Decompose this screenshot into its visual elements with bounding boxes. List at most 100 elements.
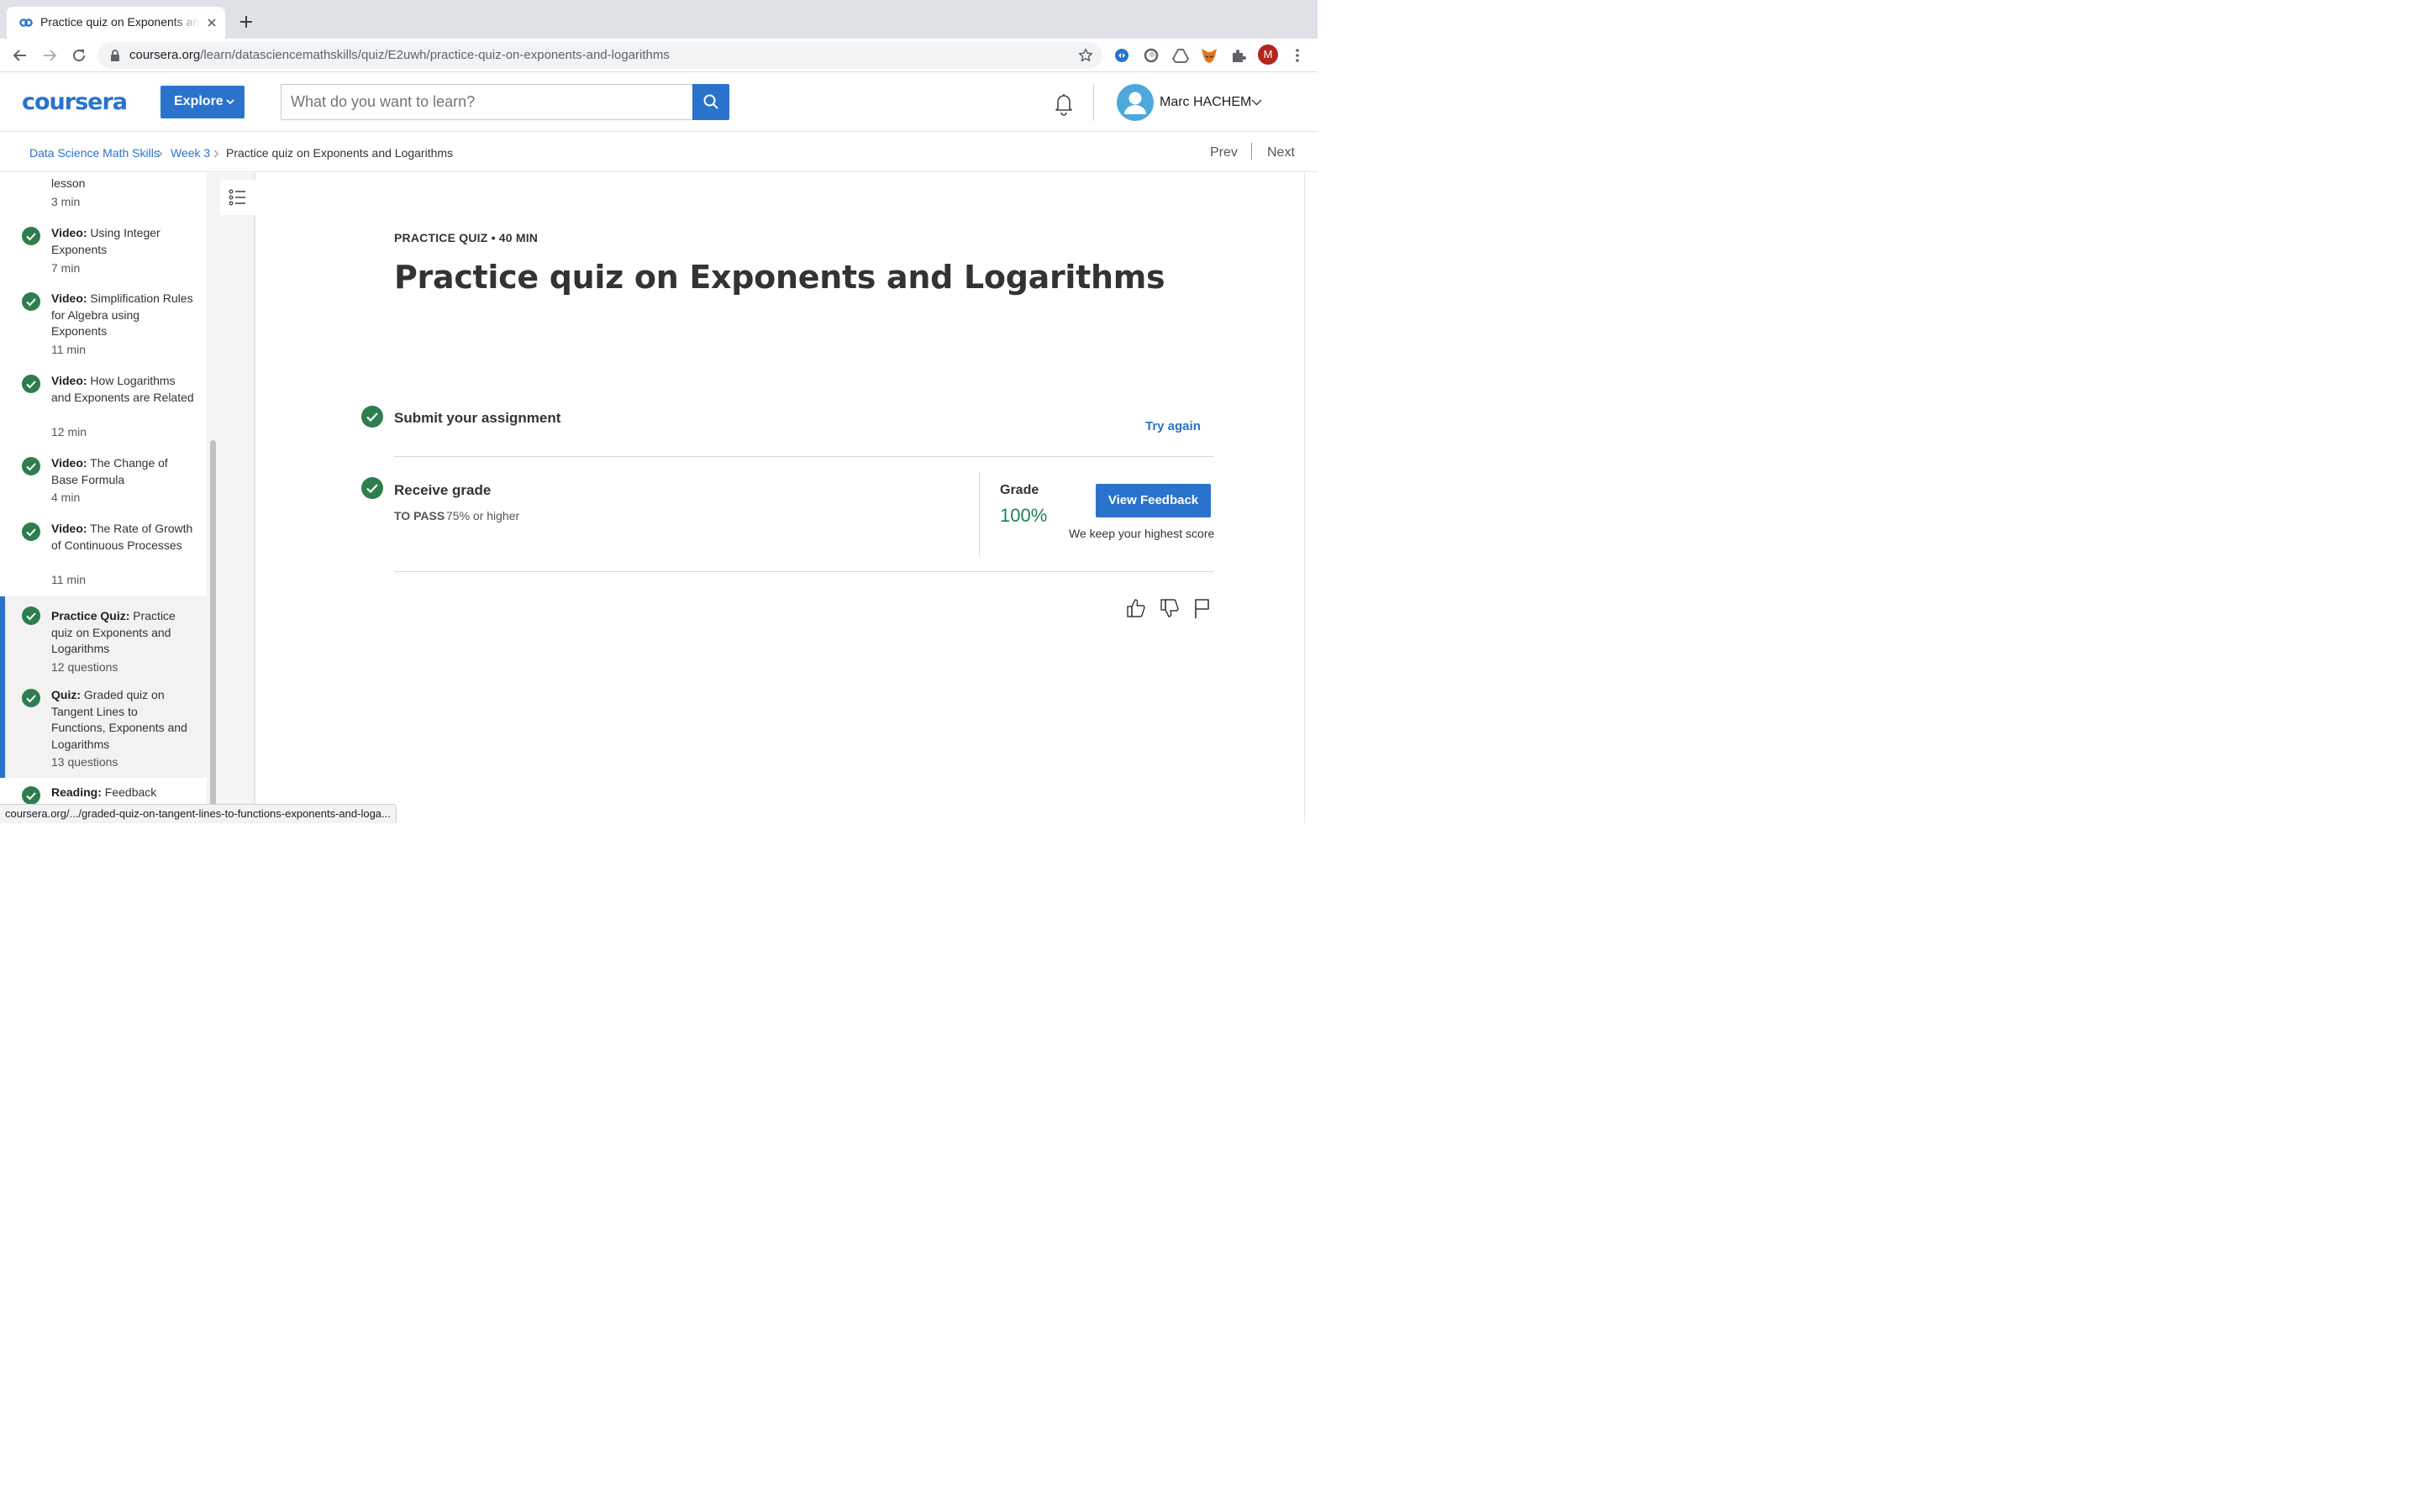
submit-assignment-title: Submit your assignment xyxy=(394,410,561,426)
sidebar-item-meta: 4 min xyxy=(51,491,81,504)
lock-icon[interactable] xyxy=(109,49,121,62)
sidebar-item-lesson[interactable]: lesson 3 min xyxy=(0,173,207,220)
back-icon[interactable] xyxy=(12,47,29,64)
user-name[interactable]: Marc HACHEM xyxy=(1160,95,1251,110)
sidebar-item-title: Reading: Feedback xyxy=(51,785,157,799)
completed-check-icon xyxy=(22,375,40,393)
sidebar-item-meta: 11 min xyxy=(51,573,86,586)
completed-check-icon xyxy=(22,457,40,475)
sidebar-item-meta: 7 min xyxy=(51,261,81,275)
search-input[interactable] xyxy=(282,86,686,118)
extension-icon[interactable] xyxy=(1113,46,1131,65)
fox-extension-icon[interactable] xyxy=(1200,46,1218,65)
sidebar-item-title: Video: How Logarithms and Exponents are … xyxy=(51,374,194,404)
submit-check-icon xyxy=(361,406,383,428)
sidebar-item-meta: 12 min xyxy=(51,425,87,438)
explore-button[interactable]: Explore xyxy=(160,86,245,118)
to-pass-label: TO PASS xyxy=(394,509,445,522)
sidebar-item-title: Video: The Rate of Growth of Continuous … xyxy=(51,522,193,552)
outline-toggle-gutter xyxy=(220,173,255,823)
sidebar-item-title: Video: Using Integer Exponents xyxy=(51,226,160,256)
list-icon xyxy=(229,189,245,206)
chrome-menu-icon[interactable] xyxy=(1289,47,1306,64)
sidebar-item-change-of-base[interactable]: Video: The Change of Base Formula 4 min xyxy=(0,452,207,516)
breadcrumb-chevron-icon xyxy=(157,150,163,158)
new-tab-icon[interactable] xyxy=(239,14,254,29)
sidebar-scrollbar[interactable] xyxy=(207,173,220,823)
search-icon xyxy=(703,94,718,109)
sidebar-item-title: Practice Quiz: Practice quiz on Exponent… xyxy=(51,609,176,656)
sidebar-item-graded-quiz[interactable]: Quiz: Graded quiz on Tangent Lines to Fu… xyxy=(0,679,207,778)
thumbs-up-icon[interactable] xyxy=(1126,597,1146,619)
section-divider xyxy=(394,571,1213,572)
circle-extension-icon[interactable] xyxy=(1142,46,1160,65)
sidebar-item-title: Video: Simplification Rules for Algebra … xyxy=(51,291,193,339)
receive-grade-title: Receive grade xyxy=(394,482,492,498)
sidebar-item-meta: 13 questions xyxy=(51,755,118,769)
sidebar-item-simplification-rules[interactable]: Video: Simplification Rules for Algebra … xyxy=(0,287,207,368)
highest-score-note: We keep your highest score xyxy=(1069,527,1215,540)
sidebar-item-meta: 12 questions xyxy=(51,660,118,674)
drive-extension-icon[interactable] xyxy=(1171,46,1190,65)
grade-value: 100% xyxy=(1000,505,1048,526)
sidebar-item-title: lesson xyxy=(51,176,86,190)
sidebar-item-using-integer-exponents[interactable]: Video: Using Integer Exponents 7 min xyxy=(0,222,207,286)
sidebar-item-logarithms-exponents[interactable]: Video: How Logarithms and Exponents are … xyxy=(0,370,207,450)
grade-label: Grade xyxy=(1000,483,1039,497)
grade-divider xyxy=(979,472,980,556)
coursera-logo[interactable]: coursera xyxy=(22,89,128,115)
sidebar-item-title: Quiz: Graded quiz on Tangent Lines to Fu… xyxy=(51,688,187,751)
sidebar-item-meta: 11 min xyxy=(51,343,86,356)
page-title: Practice quiz on Exponents and Logarithm… xyxy=(394,259,1165,296)
tab-title: Practice quiz on Exponents and Logarithm… xyxy=(40,15,200,29)
reload-icon[interactable] xyxy=(71,47,87,64)
profile-avatar[interactable]: M xyxy=(1258,45,1278,65)
next-link[interactable]: Next xyxy=(1267,145,1295,160)
forward-icon[interactable] xyxy=(41,47,58,64)
breadcrumb-chevron-icon xyxy=(213,150,219,158)
thumbs-down-icon[interactable] xyxy=(1160,597,1180,619)
sidebar-item-rate-of-growth[interactable]: Video: The Rate of Growth of Continuous … xyxy=(0,517,207,598)
toggle-outline-button[interactable] xyxy=(220,180,255,215)
site-header: coursera Explore Marc HACHEM xyxy=(0,72,1318,132)
section-divider xyxy=(394,456,1213,457)
breadcrumb-course[interactable]: Data Science Math Skills xyxy=(29,146,160,160)
chevron-down-icon xyxy=(226,99,234,105)
user-silhouette-icon xyxy=(1124,92,1146,114)
sidebar-item-title: Video: The Change of Base Formula xyxy=(51,456,168,486)
sidebar-scrollbar-thumb[interactable] xyxy=(210,440,216,823)
sidebar-item-meta: 3 min xyxy=(51,195,81,208)
search-box xyxy=(281,84,692,120)
completed-check-icon xyxy=(22,689,40,707)
coursera-favicon-icon xyxy=(19,18,33,27)
link-status-bubble: coursera.org/.../graded-quiz-on-tangent-… xyxy=(0,804,397,823)
close-tab-icon[interactable] xyxy=(205,16,218,29)
view-feedback-button[interactable]: View Feedback xyxy=(1096,484,1211,517)
prev-link[interactable]: Prev xyxy=(1210,145,1238,160)
user-avatar[interactable] xyxy=(1117,84,1154,121)
user-menu-chevron-icon[interactable] xyxy=(1251,99,1262,106)
browser-tabstrip: Practice quiz on Exponents and Logarithm… xyxy=(0,0,1318,39)
search-button[interactable] xyxy=(692,84,729,120)
address-bar[interactable]: coursera.org/learn/datasciencemathskills… xyxy=(97,42,1102,69)
course-outline-sidebar: lesson 3 min Video: Using Integer Expone… xyxy=(0,173,207,823)
browser-tab[interactable]: Practice quiz on Exponents and Logarithm… xyxy=(7,7,225,39)
content-right-border xyxy=(1304,173,1305,823)
to-pass-value: 75% or higher xyxy=(446,509,520,522)
prev-next-divider xyxy=(1251,143,1252,160)
completed-check-icon xyxy=(22,292,40,311)
explore-label: Explore xyxy=(174,94,224,108)
completed-check-icon xyxy=(22,786,40,805)
quiz-eyebrow: PRACTICE QUIZ • 40 MIN xyxy=(394,231,539,244)
header-divider xyxy=(1093,84,1094,121)
bookmark-star-icon[interactable] xyxy=(1077,47,1094,64)
url-text[interactable]: coursera.org/learn/datasciencemathskills… xyxy=(129,48,670,62)
puzzle-extensions-icon[interactable] xyxy=(1229,46,1248,65)
breadcrumb: Data Science Math Skills Week 3 Practice… xyxy=(0,132,1318,172)
breadcrumb-week[interactable]: Week 3 xyxy=(171,146,210,160)
browser-toolbar: coursera.org/learn/datasciencemathskills… xyxy=(0,39,1318,106)
flag-icon[interactable] xyxy=(1192,597,1212,619)
notifications-bell-icon[interactable] xyxy=(1052,91,1076,116)
sidebar-item-practice-quiz[interactable]: Practice Quiz: Practice quiz on Exponent… xyxy=(0,596,207,679)
try-again-link[interactable]: Try again xyxy=(1145,419,1201,433)
